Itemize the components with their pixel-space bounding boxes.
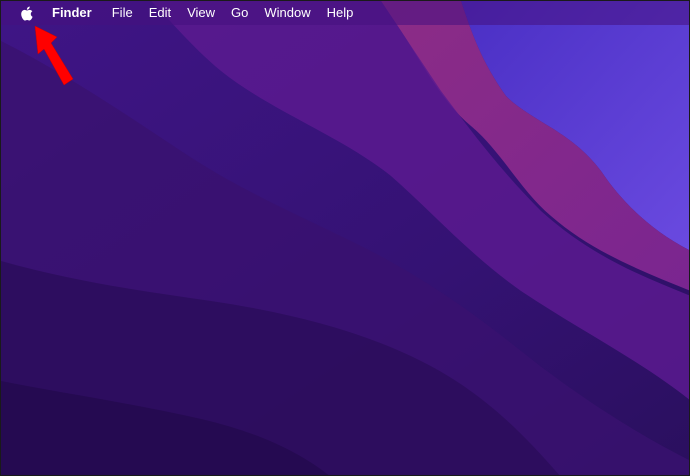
red-arrow-icon xyxy=(34,25,74,86)
desktop-screen: Finder File Edit View Go Window Help xyxy=(0,0,690,476)
menu-item-view[interactable]: View xyxy=(179,1,223,25)
menu-item-help[interactable]: Help xyxy=(319,1,362,25)
menu-item-window[interactable]: Window xyxy=(256,1,318,25)
wallpaper xyxy=(1,1,689,475)
apple-logo-icon xyxy=(20,6,33,21)
menu-item-file[interactable]: File xyxy=(104,1,141,25)
menu-item-edit[interactable]: Edit xyxy=(141,1,179,25)
menu-item-go[interactable]: Go xyxy=(223,1,256,25)
menu-bar: Finder File Edit View Go Window Help xyxy=(1,1,689,25)
